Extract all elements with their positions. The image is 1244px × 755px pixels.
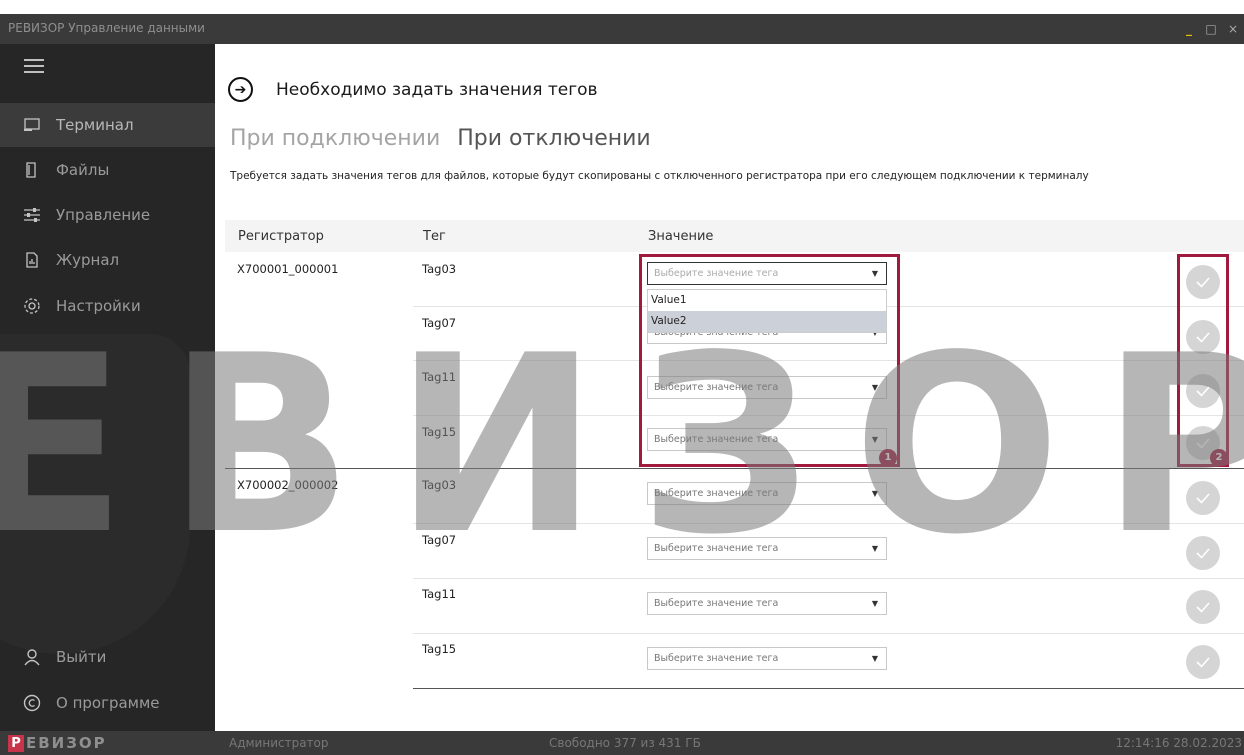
brand-logo: Р ЕВИЗОР xyxy=(8,734,107,752)
confirm-button[interactable] xyxy=(1186,481,1220,515)
user-icon xyxy=(23,648,41,666)
table-header: Регистратор Тег Значение xyxy=(225,220,1244,252)
sidebar-item-label: Журнал xyxy=(56,251,120,269)
tag-label: Tag03 xyxy=(422,478,457,492)
logout-button[interactable]: Выйти xyxy=(0,635,215,679)
tag-label: Tag15 xyxy=(422,425,457,439)
tag-label: Tag11 xyxy=(422,587,457,601)
check-icon xyxy=(1196,548,1210,559)
tag-label: Tag03 xyxy=(422,262,457,276)
datetime: 12:14:16 28.02.2023 xyxy=(1115,736,1242,750)
sliders-icon xyxy=(23,206,41,224)
tag-value-select[interactable]: Выберите значение тега ▼ xyxy=(647,537,887,560)
about-button[interactable]: О программе xyxy=(0,681,215,725)
sidebar-item-control[interactable]: Управление xyxy=(0,193,215,237)
tab-bar: При подключении При отключении xyxy=(230,126,651,151)
registrar-id: X700002_000002 xyxy=(237,478,339,492)
confirm-button[interactable] xyxy=(1186,645,1220,679)
chevron-down-icon: ▼ xyxy=(871,599,878,608)
logout-label: Выйти xyxy=(56,648,107,666)
confirm-button[interactable] xyxy=(1186,536,1220,570)
check-icon xyxy=(1196,602,1210,613)
annotation-box-values xyxy=(639,254,900,467)
annotation-badge: 1 xyxy=(879,449,897,467)
row-divider xyxy=(413,523,1244,524)
select-placeholder: Выберите значение тега xyxy=(654,653,779,664)
tag-label: Tag15 xyxy=(422,642,457,656)
tag-label: Tag07 xyxy=(422,533,457,547)
arrow-right-icon[interactable]: ➔ xyxy=(228,77,253,102)
close-button[interactable]: × xyxy=(1222,18,1244,40)
sidebar-item-label: Терминал xyxy=(56,116,134,134)
window-title: РЕВИЗОР Управление данными xyxy=(8,21,205,35)
copyright-icon xyxy=(23,694,41,712)
select-placeholder: Выберите значение тега xyxy=(654,488,779,499)
row-divider xyxy=(413,633,1244,634)
tag-value-select[interactable]: Выберите значение тега ▼ xyxy=(647,482,887,505)
tag-label: Tag11 xyxy=(422,370,457,384)
journal-icon xyxy=(23,251,41,269)
chevron-down-icon: ▼ xyxy=(871,489,878,498)
sidebar: Терминал Файлы Управление Журнал Настрой… xyxy=(0,44,215,731)
column-header-tag: Тег xyxy=(423,229,446,244)
select-placeholder: Выберите значение тега xyxy=(654,543,779,554)
menu-icon[interactable] xyxy=(24,59,44,73)
page-title: Необходимо задать значения тегов xyxy=(276,80,598,100)
sidebar-item-journal[interactable]: Журнал xyxy=(0,238,215,282)
tag-label: Tag07 xyxy=(422,316,457,330)
about-label: О программе xyxy=(56,694,160,712)
minimize-button[interactable]: _ xyxy=(1178,18,1200,40)
registrar-id: X700001_000001 xyxy=(237,262,339,276)
select-placeholder: Выберите значение тега xyxy=(654,598,779,609)
sidebar-item-settings[interactable]: Настройки xyxy=(0,284,215,328)
current-user: Администратор xyxy=(229,736,329,750)
column-header-value: Значение xyxy=(648,229,714,244)
table-bottom-border xyxy=(413,688,1244,689)
sidebar-item-label: Управление xyxy=(56,206,151,224)
logo-background-shape xyxy=(0,334,190,654)
annotation-box-confirm xyxy=(1177,254,1229,467)
row-divider xyxy=(413,578,1244,579)
sidebar-item-files[interactable]: Файлы xyxy=(0,148,215,192)
confirm-button[interactable] xyxy=(1186,590,1220,624)
tab-on-disconnect[interactable]: При отключении xyxy=(457,126,650,151)
title-bar: РЕВИЗОР Управление данными _ □ × xyxy=(0,14,1244,44)
column-header-registrar: Регистратор xyxy=(238,229,324,244)
annotation-badge: 2 xyxy=(1210,449,1228,467)
group-divider xyxy=(225,468,1244,469)
status-bar: Р ЕВИЗОР Администратор Свободно 377 из 4… xyxy=(0,731,1244,755)
tag-value-select[interactable]: Выберите значение тега ▼ xyxy=(647,647,887,670)
description-text: Требуется задать значения тегов для файл… xyxy=(230,170,1089,182)
sidebar-item-label: Файлы xyxy=(56,161,110,179)
sidebar-item-terminal[interactable]: Терминал xyxy=(0,103,215,147)
chevron-down-icon: ▼ xyxy=(871,544,878,553)
logo-letter: Р xyxy=(8,734,24,752)
logo-text: ЕВИЗОР xyxy=(26,734,107,752)
tag-value-select[interactable]: Выберите значение тега ▼ xyxy=(647,592,887,615)
gear-icon xyxy=(23,297,41,315)
maximize-button[interactable]: □ xyxy=(1200,18,1222,40)
sidebar-item-label: Настройки xyxy=(56,297,141,315)
terminal-icon xyxy=(23,116,41,134)
check-icon xyxy=(1196,657,1210,668)
chevron-down-icon: ▼ xyxy=(871,654,878,663)
free-space: Свободно 377 из 431 ГБ xyxy=(549,736,701,750)
files-icon xyxy=(23,161,41,179)
check-icon xyxy=(1196,493,1210,504)
main-panel: ➔ Необходимо задать значения тегов При п… xyxy=(215,44,1244,731)
tab-on-connect[interactable]: При подключении xyxy=(230,126,440,151)
